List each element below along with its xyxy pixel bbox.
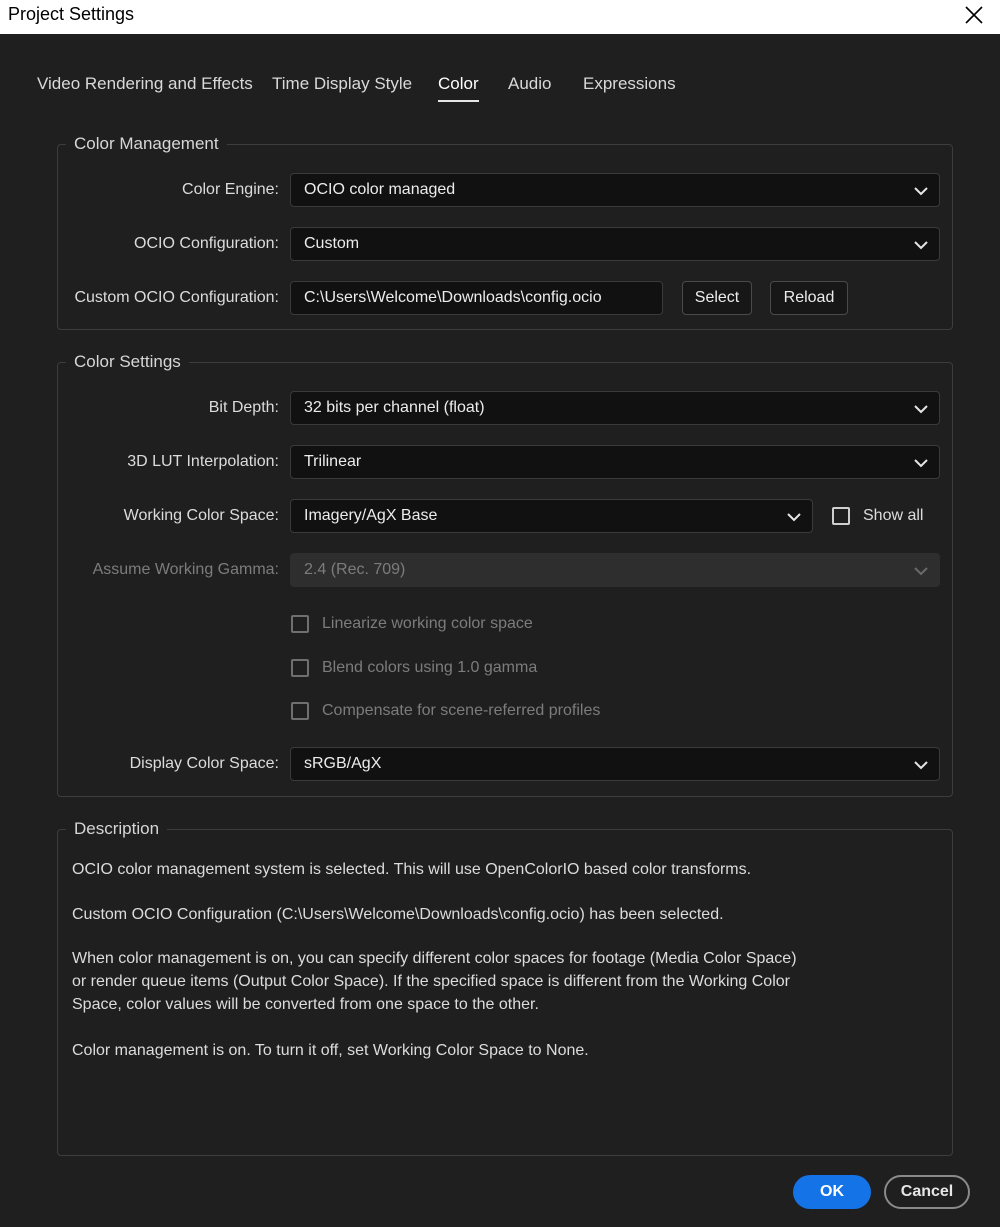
ok-button[interactable]: OK <box>793 1175 871 1209</box>
linearize-label: Linearize working color space <box>322 615 533 632</box>
checkbox-box <box>291 659 309 677</box>
custom-ocio-label: Custom OCIO Configuration: <box>74 289 279 306</box>
chevron-down-icon <box>914 567 928 576</box>
cancel-button[interactable]: Cancel <box>884 1175 970 1209</box>
chevron-down-icon <box>914 459 928 468</box>
lut-interpolation-dropdown[interactable]: Trilinear <box>290 445 940 479</box>
description-p3-line3: Space, color values will be converted fr… <box>72 996 539 1013</box>
chevron-down-icon <box>787 513 801 522</box>
checkbox-box <box>291 702 309 720</box>
ocio-configuration-dropdown[interactable]: Custom <box>290 227 940 261</box>
description-p3-line2: or render queue items (Output Color Spac… <box>72 973 790 990</box>
color-management-legend: Color Management <box>74 134 219 153</box>
working-gamma-dropdown: 2.4 (Rec. 709) <box>290 553 940 587</box>
description-p2: Custom OCIO Configuration (C:\Users\Welc… <box>72 906 724 923</box>
select-button[interactable]: Select <box>682 281 752 315</box>
ocio-configuration-value: Custom <box>304 235 360 252</box>
chevron-down-icon <box>914 241 928 250</box>
checkbox-box <box>291 615 309 633</box>
linearize-checkbox: Linearize working color space <box>291 615 533 633</box>
lut-interpolation-label: 3D LUT Interpolation: <box>127 453 279 470</box>
color-engine-value: OCIO color managed <box>304 181 456 198</box>
display-color-space-dropdown[interactable]: sRGB/AgX <box>290 747 940 781</box>
window-title: Project Settings <box>8 4 135 24</box>
compensate-label: Compensate for scene-referred profiles <box>322 702 601 719</box>
tab-time-display-style[interactable]: Time Display Style <box>272 74 412 100</box>
show-all-checkbox[interactable]: Show all <box>832 507 923 525</box>
tab-color[interactable]: Color <box>438 74 479 102</box>
working-color-space-dropdown[interactable]: Imagery/AgX Base <box>290 499 813 533</box>
ocio-configuration-label: OCIO Configuration: <box>134 235 279 252</box>
custom-ocio-path-value: C:\Users\Welcome\Downloads\config.ocio <box>304 289 602 306</box>
description-p3-line1: When color management is on, you can spe… <box>72 950 797 967</box>
show-all-label: Show all <box>863 507 924 524</box>
close-icon[interactable] <box>962 3 986 27</box>
bit-depth-label: Bit Depth: <box>208 399 279 416</box>
checkbox-box[interactable] <box>832 507 850 525</box>
description-p1: OCIO color management system is selected… <box>72 861 752 878</box>
tab-expressions[interactable]: Expressions <box>583 74 676 100</box>
tab-bar: Video Rendering and Effects Time Display… <box>0 70 1000 102</box>
title-bar: Project Settings <box>0 0 1000 34</box>
lut-interpolation-value: Trilinear <box>304 453 362 470</box>
working-color-space-label: Working Color Space: <box>123 507 279 524</box>
tab-video-rendering[interactable]: Video Rendering and Effects <box>37 74 253 100</box>
description-p4: Color management is on. To turn it off, … <box>72 1042 589 1059</box>
display-color-space-value: sRGB/AgX <box>304 755 382 772</box>
working-gamma-label: Assume Working Gamma: <box>92 561 279 578</box>
color-engine-label: Color Engine: <box>182 181 279 198</box>
compensate-checkbox: Compensate for scene-referred profiles <box>291 702 600 720</box>
bit-depth-value: 32 bits per channel (float) <box>304 399 485 416</box>
chevron-down-icon <box>914 187 928 196</box>
reload-button[interactable]: Reload <box>770 281 848 315</box>
chevron-down-icon <box>914 761 928 770</box>
color-engine-dropdown[interactable]: OCIO color managed <box>290 173 940 207</box>
color-settings-legend: Color Settings <box>74 352 181 371</box>
working-color-space-value: Imagery/AgX Base <box>304 507 438 524</box>
tab-audio[interactable]: Audio <box>508 74 551 100</box>
blend-colors-checkbox: Blend colors using 1.0 gamma <box>291 659 537 677</box>
chevron-down-icon <box>914 405 928 414</box>
display-color-space-label: Display Color Space: <box>129 755 279 772</box>
description-legend: Description <box>74 819 160 838</box>
custom-ocio-path-field[interactable]: C:\Users\Welcome\Downloads\config.ocio <box>290 281 663 315</box>
bit-depth-dropdown[interactable]: 32 bits per channel (float) <box>290 391 940 425</box>
working-gamma-value: 2.4 (Rec. 709) <box>304 561 406 578</box>
blend-colors-label: Blend colors using 1.0 gamma <box>322 659 538 676</box>
